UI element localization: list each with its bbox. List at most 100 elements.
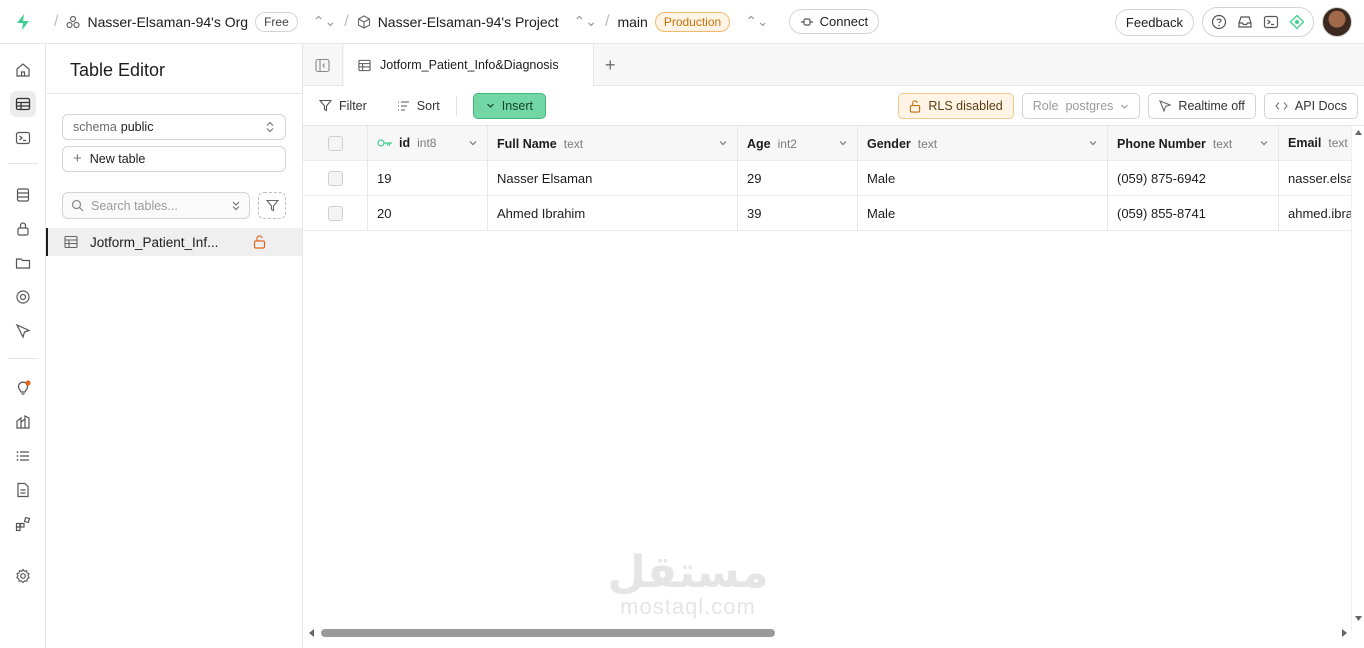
chevron-up-down-icon[interactable]: ⌃⌄ — [745, 13, 768, 30]
select-all-checkbox[interactable] — [327, 135, 343, 151]
column-header-age[interactable]: Age int2 — [738, 126, 858, 161]
chevron-down-icon[interactable] — [1259, 138, 1269, 148]
scroll-left-icon[interactable] — [309, 629, 314, 637]
column-header-gender[interactable]: Gender text — [858, 126, 1108, 161]
search-tables-field[interactable] — [62, 192, 250, 219]
scroll-down-icon[interactable] — [1355, 616, 1362, 621]
cell-id[interactable]: 19 — [368, 161, 488, 196]
cell-phone[interactable]: (059) 875-6942 — [1108, 161, 1279, 196]
project-selector[interactable]: Nasser-Elsaman-94's Project ⌃⌄ — [357, 13, 597, 30]
cell-phone[interactable]: (059) 855-8741 — [1108, 196, 1279, 231]
toggle-sidebar-button[interactable] — [303, 44, 343, 86]
search-icon — [71, 199, 84, 212]
table-row[interactable]: 19 Nasser Elsaman 29 Male (059) 875-6942… — [303, 161, 1351, 196]
horizontal-scrollbar[interactable] — [303, 624, 1351, 640]
avatar[interactable] — [1322, 7, 1352, 37]
sidebar-title: Table Editor — [70, 60, 166, 80]
column-header-id[interactable]: id int8 — [368, 126, 488, 161]
cell-age[interactable]: 29 — [738, 161, 858, 196]
settings-icon[interactable] — [10, 563, 36, 589]
reports-icon[interactable] — [10, 409, 36, 435]
cell-age[interactable]: 39 — [738, 196, 858, 231]
cell-gender[interactable]: Male — [858, 161, 1108, 196]
chevron-down-icon[interactable] — [468, 138, 478, 148]
column-header-phone-number[interactable]: Phone Number text — [1108, 126, 1279, 161]
sidebar-item-table[interactable]: Jotform_Patient_Inf... — [46, 228, 302, 256]
chevron-down-icon — [1120, 102, 1129, 111]
column-name: Gender — [867, 136, 911, 151]
watermark-latin: mostaql.com — [620, 594, 756, 619]
rls-label: RLS disabled — [928, 99, 1003, 113]
assistant-icon[interactable] — [1289, 14, 1305, 30]
scrollbar-thumb[interactable] — [321, 629, 775, 637]
table-editor-sidebar: Table Editor schema public + New table J… — [46, 44, 303, 648]
cell-gender[interactable]: Male — [858, 196, 1108, 231]
integrations-icon[interactable] — [10, 511, 36, 537]
vertical-scrollbar[interactable] — [1351, 126, 1364, 631]
scroll-right-icon[interactable] — [1342, 629, 1347, 637]
chevron-up-down-icon — [265, 121, 275, 133]
insert-button[interactable]: Insert — [472, 92, 546, 119]
column-name: Email — [1288, 136, 1322, 150]
schema-select[interactable]: schema public — [62, 114, 286, 140]
search-tables-input[interactable] — [91, 198, 221, 213]
column-header-email[interactable]: Email text — [1279, 126, 1351, 161]
chevrons-down-icon[interactable] — [231, 200, 241, 212]
project-icon — [357, 14, 371, 29]
chevron-up-down-icon[interactable]: ⌃⌄ — [313, 13, 336, 30]
sort-label: Sort — [416, 98, 440, 113]
column-name: id — [399, 136, 411, 150]
realtime-button[interactable]: Realtime off — [1148, 93, 1256, 119]
cell-email[interactable]: ahmed.ibra — [1279, 196, 1351, 231]
database-icon[interactable] — [10, 182, 36, 208]
insert-label: Insert — [501, 98, 533, 113]
edge-functions-icon[interactable] — [10, 318, 36, 344]
advisors-icon[interactable] — [10, 375, 36, 401]
branch-selector[interactable]: main Production ⌃⌄ — [617, 11, 769, 32]
connect-button[interactable]: Connect — [788, 9, 880, 34]
role-select[interactable]: Role postgres — [1021, 93, 1141, 119]
chevron-down-icon[interactable] — [838, 138, 848, 148]
api-docs-button[interactable]: API Docs — [1263, 93, 1358, 119]
cell-id[interactable]: 20 — [368, 196, 488, 231]
column-header-full-name[interactable]: Full Name text — [488, 126, 738, 161]
feedback-button[interactable]: Feedback — [1114, 8, 1194, 36]
docs-icon[interactable] — [10, 477, 36, 503]
sort-button[interactable]: Sort — [387, 93, 450, 119]
scroll-up-icon[interactable] — [1355, 130, 1362, 135]
schema-label: schema — [73, 120, 117, 134]
storage-icon[interactable] — [10, 250, 36, 276]
row-checkbox[interactable] — [327, 205, 343, 221]
table-row[interactable]: 20 Ahmed Ibrahim 39 Male (059) 855-8741 … — [303, 196, 1351, 231]
realtime-icon[interactable] — [10, 284, 36, 310]
cell-full-name[interactable]: Ahmed Ibrahim — [488, 196, 738, 231]
home-icon[interactable] — [10, 57, 36, 83]
filter-button[interactable]: Filter — [309, 93, 377, 119]
table-editor-icon[interactable] — [10, 91, 36, 117]
new-tab-button[interactable]: + — [605, 56, 616, 74]
schema-value: public — [120, 120, 154, 134]
chevron-up-down-icon[interactable]: ⌃⌄ — [574, 13, 597, 30]
auth-icon[interactable] — [10, 216, 36, 242]
chevron-down-icon[interactable] — [1088, 138, 1098, 148]
sql-editor-icon[interactable] — [10, 125, 36, 151]
help-icon[interactable] — [1211, 14, 1227, 30]
terminal-icon[interactable] — [1263, 14, 1279, 30]
new-table-button[interactable]: + New table — [62, 146, 286, 172]
chevron-down-icon[interactable] — [718, 138, 728, 148]
row-checkbox-cell — [303, 161, 368, 196]
supabase-logo-icon[interactable] — [0, 13, 46, 31]
column-name: Age — [747, 136, 771, 151]
column-name: Full Name — [497, 136, 557, 151]
cell-email[interactable]: nasser.elsa — [1279, 161, 1351, 196]
realtime-label: Realtime off — [1178, 99, 1245, 113]
logs-icon[interactable] — [10, 443, 36, 469]
rls-disabled-button[interactable]: RLS disabled — [898, 93, 1014, 119]
breadcrumb-separator: / — [54, 12, 59, 30]
filter-tables-button[interactable] — [258, 192, 286, 219]
org-selector[interactable]: Nasser-Elsaman-94's Org Free ⌃⌄ — [66, 11, 336, 32]
cell-full-name[interactable]: Nasser Elsaman — [488, 161, 738, 196]
row-checkbox[interactable] — [327, 170, 343, 186]
tab-table[interactable]: Jotform_Patient_Info&Diagnosis — [344, 44, 594, 86]
inbox-icon[interactable] — [1237, 14, 1253, 30]
